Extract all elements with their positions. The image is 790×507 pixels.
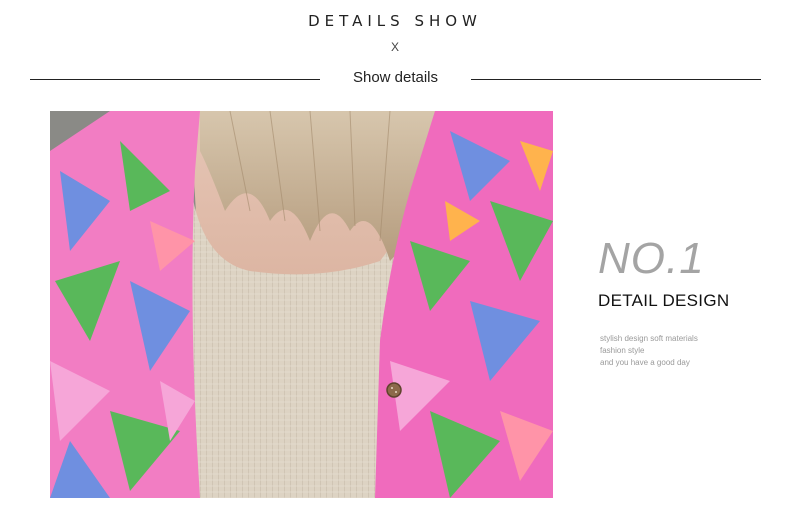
- cardigan-left-panel: [50, 111, 200, 498]
- cardigan-button: [386, 382, 402, 398]
- feature-heading: DETAIL DESIGN: [598, 291, 730, 310]
- divider-right: [471, 79, 761, 80]
- section-subtitle: Show details: [352, 69, 439, 86]
- description-line: fashion style: [600, 346, 645, 355]
- section-title: DETAILS SHOW: [308, 12, 482, 30]
- feature-description: stylish design soft materials fashion st…: [600, 333, 698, 369]
- description-line: stylish design soft materials: [600, 334, 698, 343]
- feature-number: NO.1: [598, 234, 705, 283]
- divider-left: [30, 79, 320, 80]
- description-line: and you have a good day: [600, 358, 690, 367]
- close-icon[interactable]: X: [0, 40, 790, 54]
- product-detail-photo: [50, 111, 553, 498]
